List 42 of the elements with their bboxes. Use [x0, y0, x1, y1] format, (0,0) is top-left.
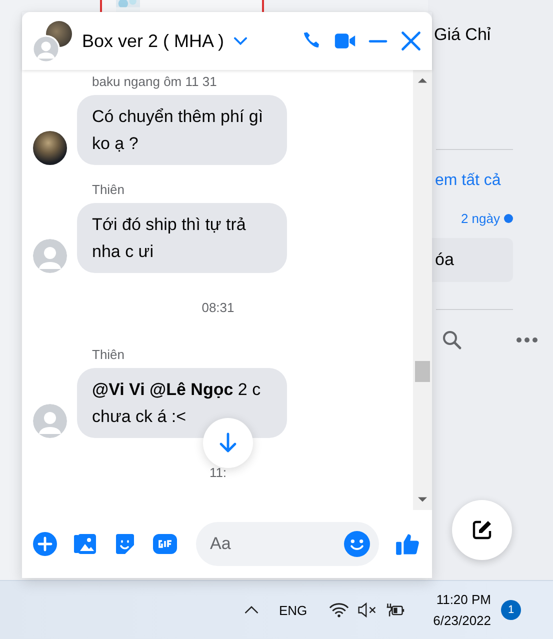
action-button[interactable]: óa: [432, 238, 513, 282]
scrollbar[interactable]: [413, 70, 432, 510]
chevron-up-icon[interactable]: [244, 606, 259, 614]
compose-icon: [470, 518, 494, 542]
message-bubble: @Vi Vi @Lê Ngọc 2 c chưa ck á :<: [77, 368, 287, 438]
product-card[interactable]: [100, 0, 264, 12]
battery-charging-icon[interactable]: [385, 602, 406, 618]
arrow-down-icon: [218, 432, 238, 454]
message-field[interactable]: Aa: [196, 522, 379, 566]
clock-date: 6/23/2022: [433, 612, 492, 630]
wifi-icon[interactable]: [329, 602, 350, 618]
message-bubble: Có chuyển thêm phí gì ko ạ ?: [77, 95, 287, 165]
see-all-link[interactable]: em tất cả: [432, 172, 553, 190]
notification-badge[interactable]: 1: [501, 600, 522, 620]
section-heading: Giá Chỉ: [433, 25, 492, 45]
scrollbar-thumb[interactable]: [415, 361, 430, 382]
emoji-icon[interactable]: [344, 531, 370, 557]
timestamp: 11:: [208, 465, 228, 481]
avatar-icon: [32, 35, 60, 63]
timestamp: 08:31: [200, 300, 236, 316]
sender-name: Thiên: [92, 182, 126, 198]
sender-name: Thiên: [92, 347, 126, 363]
clock[interactable]: 11:20 PM 6/23/2022: [433, 589, 492, 631]
time-label: 2 ngày: [460, 211, 500, 226]
sender-name: baku ngang ôm 11 31: [92, 74, 218, 90]
new-message-button[interactable]: [452, 500, 512, 560]
scroll-down-button[interactable]: [203, 418, 253, 468]
message-bubble: Tới đó ship thì tự trả nha c ưi: [77, 203, 287, 273]
plus-icon[interactable]: [33, 532, 57, 556]
language-indicator[interactable]: ENG: [279, 602, 308, 618]
scroll-down-arrow-icon[interactable]: [418, 497, 427, 503]
close-icon[interactable]: [400, 30, 422, 52]
muted-speaker-icon[interactable]: [357, 602, 378, 618]
clock-time: 11:20 PM: [436, 591, 492, 609]
photo-icon[interactable]: [73, 532, 97, 556]
more-icon[interactable]: [516, 337, 538, 343]
sticker-icon[interactable]: [113, 532, 137, 556]
chat-title[interactable]: Box ver 2 ( MHA ): [82, 30, 224, 52]
search-icon[interactable]: [442, 330, 462, 350]
gif-icon[interactable]: [153, 532, 177, 556]
scroll-up-arrow-icon[interactable]: [418, 77, 427, 83]
chevron-icon[interactable]: [234, 37, 248, 45]
